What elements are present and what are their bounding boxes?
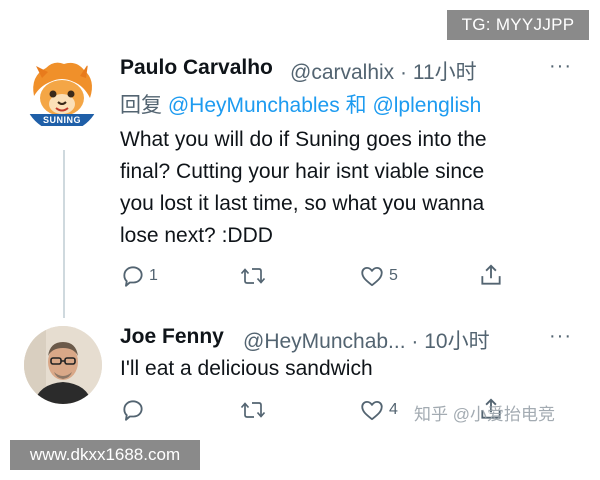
- tweet1-like-button[interactable]: 5: [358, 263, 398, 289]
- tweet1-retweet-button[interactable]: [239, 263, 270, 289]
- tweet1-like-count: 5: [389, 267, 398, 284]
- profile-photo: [24, 326, 102, 404]
- reply-conjunction: 和: [345, 94, 367, 117]
- tweet1-more-icon[interactable]: ···: [549, 55, 572, 78]
- heart-icon: [361, 266, 383, 287]
- avatar-suning-logo[interactable]: SUNING: [24, 56, 100, 132]
- mention-link-heymunchables[interactable]: @HeyMunchables: [168, 94, 340, 117]
- tweet2-handle-time[interactable]: @HeyMunchab... · 10小时: [243, 325, 490, 355]
- avatar-joe-fenny[interactable]: [24, 326, 102, 404]
- tweet2-like-button[interactable]: 4: [358, 397, 398, 423]
- tweet1-handle-time[interactable]: @carvalhix · 11小时: [290, 56, 477, 86]
- tweet2-display-name[interactable]: Joe Fenny: [120, 325, 224, 349]
- tweet2-text: I'll eat a delicious sandwich: [120, 357, 373, 380]
- thread-connector-line: [63, 150, 65, 318]
- tweet1-reply-count: 1: [149, 267, 158, 284]
- reply-bubble-icon: [123, 266, 143, 287]
- tweet1-text: What you will do if Suning goes into the…: [120, 128, 487, 247]
- tweet2-retweet-button[interactable]: [239, 397, 267, 423]
- tweet2-like-count: 4: [389, 401, 398, 418]
- reply-bubble-icon: [123, 400, 143, 421]
- tweet2-reply-button[interactable]: [120, 397, 149, 423]
- retweet-icon: [240, 268, 266, 284]
- tweet1-reply-button[interactable]: 1: [120, 263, 158, 289]
- suning-logo-text: SUNING: [42, 115, 81, 125]
- tweet1-display-name[interactable]: Paulo Carvalho: [120, 56, 273, 80]
- zhihu-watermark: 知乎 @小爱抬电竞: [414, 405, 555, 424]
- heart-icon: [361, 400, 383, 421]
- tweet1-reply-context: 回复 @HeyMunchables 和 @lplenglish: [120, 89, 481, 119]
- share-icon: [481, 264, 501, 285]
- mention-link-lplenglish[interactable]: @lplenglish: [372, 94, 481, 117]
- top-watermark-label: TG: MYYJJPP: [447, 10, 589, 40]
- reply-prefix-label: 回复: [120, 94, 162, 117]
- tweet2-more-icon[interactable]: ···: [549, 325, 572, 348]
- tweet1-share-button[interactable]: [478, 262, 504, 288]
- retweet-icon: [240, 402, 266, 418]
- bottom-watermark-label: www.dkxx1688.com: [10, 440, 200, 470]
